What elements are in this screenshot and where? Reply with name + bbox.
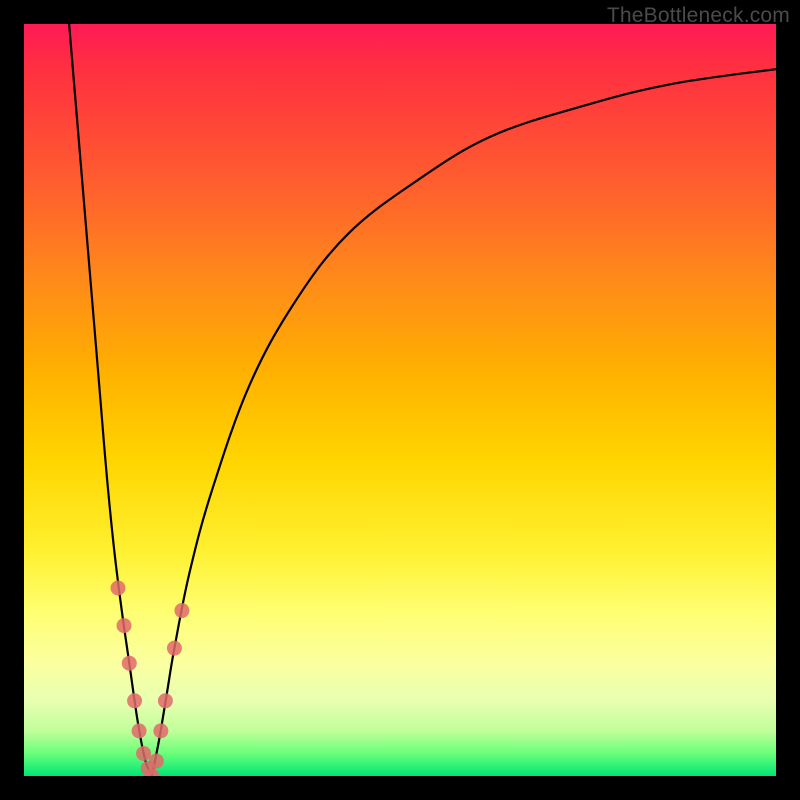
marker-dot <box>111 581 126 596</box>
curve-layer <box>24 24 776 776</box>
marker-dot <box>127 693 142 708</box>
marker-dot <box>174 603 189 618</box>
left-branch-path <box>69 24 152 776</box>
marker-dot <box>167 641 182 656</box>
chart-frame: TheBottleneck.com <box>0 0 800 800</box>
marker-dot <box>158 693 173 708</box>
marker-dot <box>122 656 137 671</box>
watermark-text: TheBottleneck.com <box>607 4 790 28</box>
plot-area <box>24 24 776 776</box>
bottleneck-curve <box>69 24 776 776</box>
marker-dot <box>132 723 147 738</box>
marker-dot <box>117 618 132 633</box>
right-branch-path <box>152 69 776 776</box>
marker-dot <box>136 746 151 761</box>
marker-dot <box>153 723 168 738</box>
marker-dot <box>149 753 164 768</box>
